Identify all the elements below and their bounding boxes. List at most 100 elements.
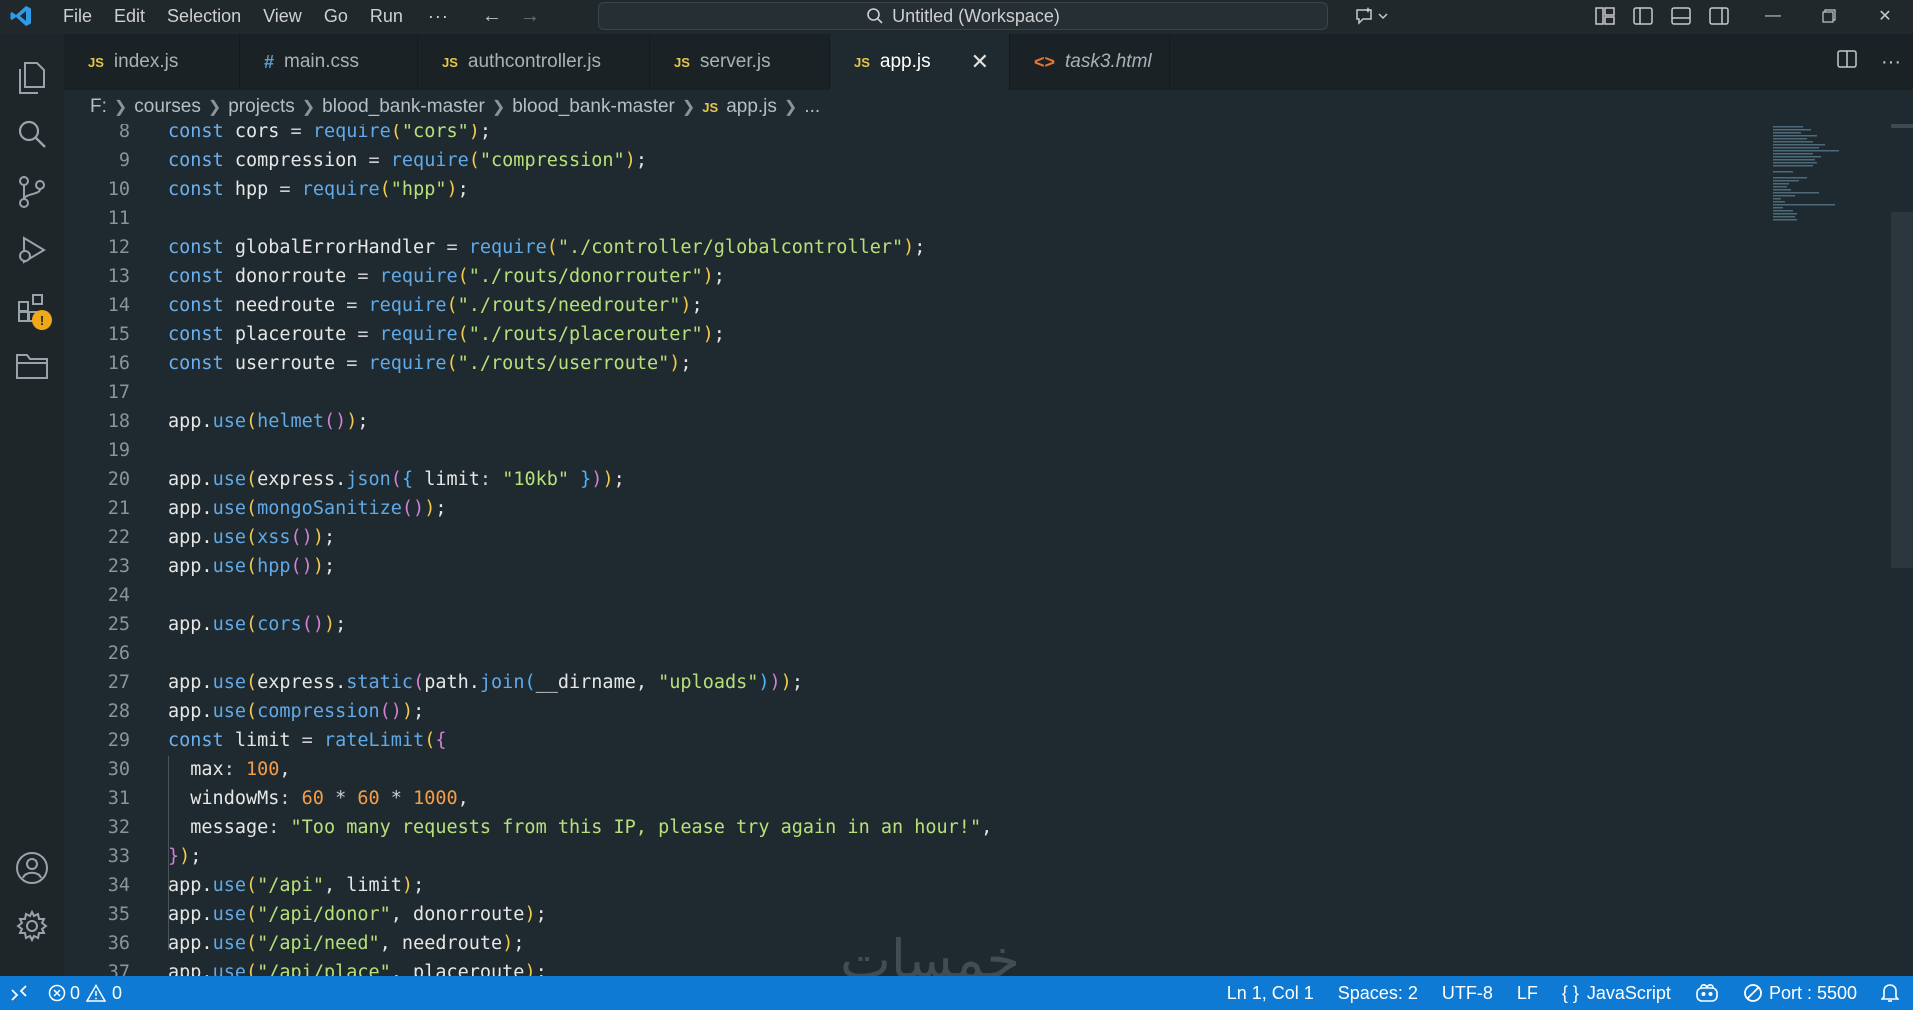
tab-main-css[interactable]: # main.css: [240, 34, 418, 90]
menu-edit[interactable]: Edit: [103, 0, 156, 32]
menu-selection[interactable]: Selection: [156, 0, 252, 32]
line-number: 10: [107, 179, 130, 200]
javascript-file-icon: JS: [88, 54, 104, 70]
problems-indicator[interactable]: 0 0: [38, 976, 132, 1010]
minimap[interactable]: [1773, 124, 1873, 224]
breadcrumb-item[interactable]: courses: [134, 96, 201, 118]
code-text: app.use("/api/place", placeroute);: [168, 962, 547, 976]
chevron-right-icon: ❯: [783, 99, 798, 116]
line-number: 28: [107, 701, 130, 722]
tab-app-js[interactable]: JS app.js ✕: [830, 34, 1010, 90]
code-text: app.use(express.static(path.join(__dirna…: [168, 672, 803, 693]
code-text: const placeroute = require("./routs/plac…: [168, 324, 725, 345]
toggle-panel-icon[interactable]: [1662, 0, 1700, 32]
activity-bar: !: [0, 34, 64, 976]
vertical-scrollbar-track[interactable]: [1891, 124, 1913, 976]
code-text: app.use(helmet());: [168, 411, 369, 432]
minimize-icon[interactable]: —: [1745, 0, 1801, 32]
toggle-primary-sidebar-icon[interactable]: [1624, 0, 1662, 32]
line-number: 8: [118, 124, 130, 142]
restore-icon[interactable]: [1801, 0, 1857, 32]
breadcrumb-file[interactable]: app.js: [726, 96, 777, 118]
line-number: 13: [107, 266, 130, 287]
no-entry-icon: [1744, 984, 1762, 1002]
warning-count: 0: [112, 982, 123, 1003]
split-editor-icon[interactable]: [1825, 50, 1869, 74]
chevron-right-icon: ❯: [681, 99, 696, 116]
chevron-right-icon: ❯: [301, 99, 316, 116]
live-server-port[interactable]: Port : 5500: [1733, 976, 1871, 1010]
code-text: app.use(express.json({ limit: "10kb" }))…: [168, 469, 625, 490]
close-tab-icon[interactable]: ✕: [971, 49, 989, 75]
command-center-search[interactable]: Untitled (Workspace): [598, 2, 1328, 30]
folder-icon[interactable]: [0, 338, 64, 394]
scrollbar-thumb[interactable]: [1891, 212, 1913, 568]
breadcrumb-symbols[interactable]: ...: [804, 96, 820, 118]
title-bar: File Edit Selection View Go Run ··· ← → …: [0, 0, 1913, 32]
explorer-icon[interactable]: [0, 50, 64, 106]
breadcrumb-item[interactable]: F:: [90, 96, 107, 118]
menu-go[interactable]: Go: [313, 0, 359, 32]
code-text: app.use(cors());: [168, 614, 347, 635]
customize-layout-icon[interactable]: [1586, 0, 1624, 32]
tab-authcontroller-js[interactable]: JS authcontroller.js: [418, 34, 650, 90]
close-window-icon[interactable]: ✕: [1857, 0, 1913, 32]
line-number: 11: [107, 208, 130, 229]
copilot-chat-icon[interactable]: [1344, 0, 1400, 32]
source-control-icon[interactable]: [0, 164, 64, 220]
breadcrumb-item[interactable]: blood_bank-master: [322, 96, 485, 118]
warning-icon: [86, 984, 107, 1002]
encoding[interactable]: UTF-8: [1432, 976, 1507, 1010]
menu-file[interactable]: File: [52, 0, 103, 32]
language-mode[interactable]: { } JavaScript: [1552, 976, 1685, 1010]
copilot-icon[interactable]: [1685, 976, 1733, 1010]
accounts-icon[interactable]: [0, 840, 64, 896]
line-number: 19: [107, 440, 130, 461]
code-text: app.use("/api/donor", donorroute);: [168, 904, 547, 925]
code-text: const needroute = require("./routs/needr…: [168, 295, 703, 316]
breadcrumb: F: ❯ courses ❯ projects ❯ blood_bank-mas…: [64, 90, 1913, 124]
line-number: 20: [107, 469, 130, 490]
menu-view[interactable]: View: [252, 0, 313, 32]
menu-run[interactable]: Run: [359, 0, 414, 32]
code-editor[interactable]: 8 const cors = require("cors"); 9 const co…: [64, 124, 1913, 976]
tab-task3-html[interactable]: <> task3.html: [1010, 34, 1170, 90]
search-icon[interactable]: [0, 106, 64, 162]
code-text: message: "Too many requests from this IP…: [168, 817, 993, 838]
vscode-logo-icon: [8, 3, 34, 29]
remote-indicator-icon[interactable]: [0, 976, 38, 1010]
tab-server-js[interactable]: JS server.js: [650, 34, 830, 90]
extensions-icon[interactable]: !: [0, 280, 64, 336]
code-text: const globalErrorHandler = require("./co…: [168, 237, 926, 258]
tab-index-js[interactable]: JS index.js: [64, 34, 240, 90]
line-number: 25: [107, 614, 130, 635]
code-text: const hpp = require("hpp");: [168, 179, 469, 200]
notifications-bell-icon[interactable]: [1871, 976, 1913, 1010]
warning-badge-icon: !: [32, 310, 52, 330]
end-of-line[interactable]: LF: [1507, 976, 1552, 1010]
indentation[interactable]: Spaces: 2: [1328, 976, 1432, 1010]
forward-arrow-icon[interactable]: →: [511, 5, 549, 28]
line-number: 15: [107, 324, 130, 345]
javascript-file-icon: JS: [854, 54, 870, 70]
cursor-position[interactable]: Ln 1, Col 1: [1217, 976, 1328, 1010]
line-number: 30: [107, 759, 130, 780]
menu-more-button[interactable]: ···: [414, 6, 463, 27]
line-number: 31: [107, 788, 130, 809]
run-debug-icon[interactable]: [0, 222, 64, 278]
line-number: 36: [107, 933, 130, 954]
line-number: 27: [107, 672, 130, 693]
line-number: 18: [107, 411, 130, 432]
more-actions-icon[interactable]: ···: [1869, 51, 1913, 74]
breadcrumb-item[interactable]: blood_bank-master: [512, 96, 675, 118]
code-text: app.use(hpp());: [168, 556, 336, 577]
back-arrow-icon[interactable]: ←: [473, 5, 511, 28]
breadcrumb-item[interactable]: projects: [228, 96, 295, 118]
manage-gear-icon[interactable]: [0, 898, 64, 954]
editor-tab-bar: JS index.js # main.css JS authcontroller…: [64, 34, 1913, 90]
tab-label: server.js: [699, 51, 771, 72]
css-file-icon: #: [264, 51, 275, 72]
workspace-title: Untitled (Workspace): [892, 5, 1060, 26]
toggle-secondary-sidebar-icon[interactable]: [1700, 0, 1738, 32]
code-text: const donorroute = require("./routs/dono…: [168, 266, 725, 287]
